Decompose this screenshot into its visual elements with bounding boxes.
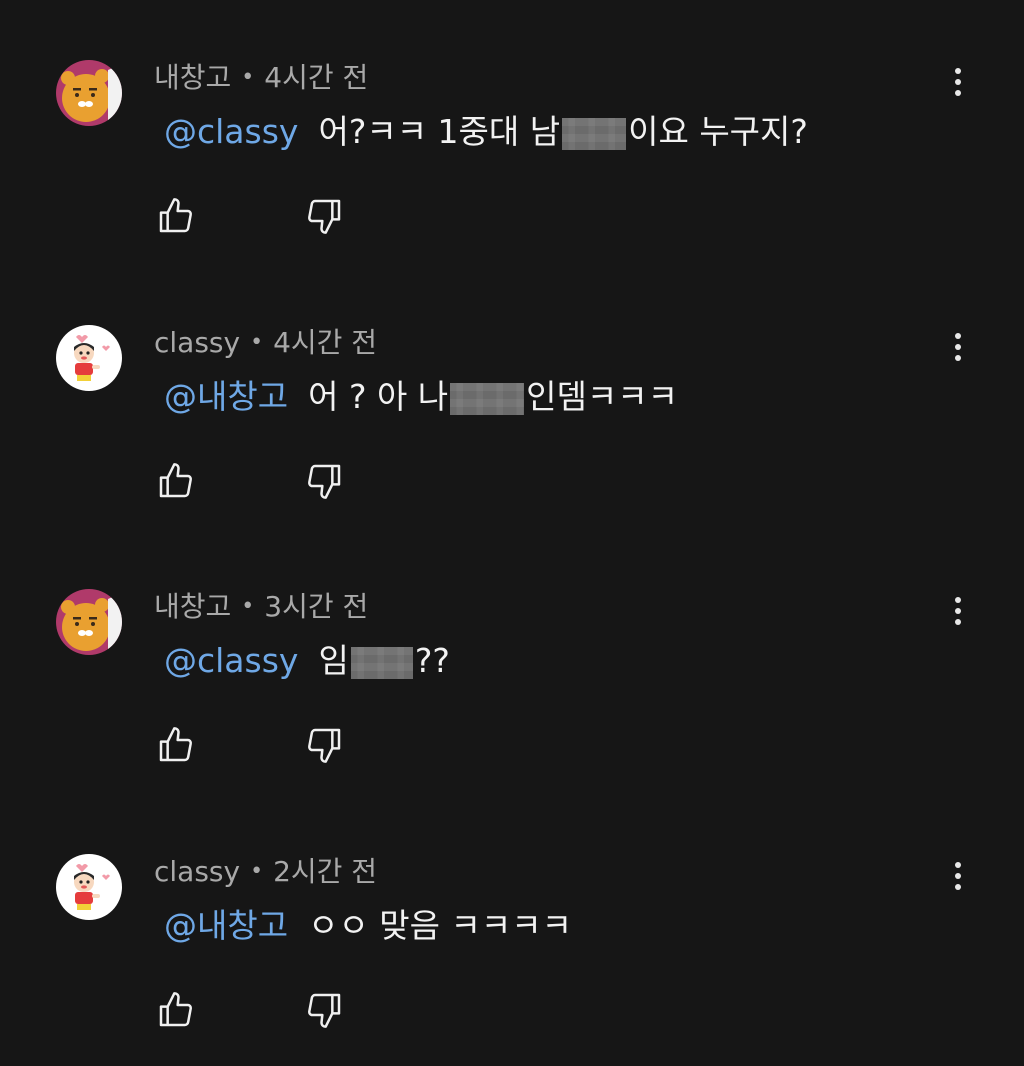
thumbs-up-icon: [159, 463, 192, 498]
meta-separator: •: [241, 65, 255, 90]
mention-link[interactable]: @classy: [164, 112, 298, 151]
like-button[interactable]: [156, 725, 196, 765]
dislike-button[interactable]: [304, 461, 344, 501]
dislike-button[interactable]: [304, 196, 344, 236]
comment-time: 4시간 전: [264, 61, 369, 94]
redacted-blur: [350, 646, 413, 679]
like-button[interactable]: [156, 196, 196, 236]
thumbs-down-icon: [308, 728, 341, 763]
thumbs-up-icon: [159, 727, 192, 762]
redacted-blur: [450, 382, 525, 415]
thumbs-down-icon: [308, 199, 341, 234]
comment-text: @내창고 어 ? 아 나 인뎀ㅋㅋㅋ: [164, 373, 678, 421]
comment-text-before: ㅇㅇ 맞음 ㅋㅋㅋㅋ: [308, 906, 572, 945]
mention-link[interactable]: @classy: [164, 641, 298, 680]
comment-text-after: ??: [414, 641, 450, 680]
more-options-button[interactable]: [944, 856, 972, 896]
thumbs-up-icon: [159, 198, 192, 233]
comment-text-after: 이요 누구지?: [628, 112, 808, 151]
ryan-avatar-icon[interactable]: [56, 589, 122, 655]
mention-link[interactable]: @내창고: [164, 906, 288, 945]
comment-author[interactable]: classy: [154, 855, 240, 888]
shinchan-avatar-icon[interactable]: [56, 325, 122, 391]
comment-time: 4시간 전: [273, 326, 378, 359]
dislike-button[interactable]: [304, 725, 344, 765]
comment-meta: classy • 4시간 전: [154, 323, 377, 363]
shinchan-avatar-icon[interactable]: [56, 854, 122, 920]
redacted-blur: [562, 117, 627, 150]
like-button[interactable]: [156, 461, 196, 501]
comment-meta: 내창고 • 4시간 전: [154, 58, 368, 98]
more-options-button[interactable]: [944, 591, 972, 631]
comment-text-after: 인뎀ㅋㅋㅋ: [526, 377, 678, 416]
comment-text: @classy 어?ㅋㅋ 1중대 남 이요 누구지?: [164, 108, 808, 156]
comment-item: 내창고 • 4시간 전 @classy 어?ㅋㅋ 1중대 남 이요 누구지?: [0, 0, 1024, 264]
comment-item: classy • 2시간 전 @내창고 ㅇㅇ 맞음 ㅋㅋㅋㅋ: [0, 794, 1024, 1058]
comment-author[interactable]: classy: [154, 326, 240, 359]
meta-separator: •: [241, 594, 255, 619]
comment-text: @내창고 ㅇㅇ 맞음 ㅋㅋㅋㅋ: [164, 902, 572, 950]
comment-text: @classy 임??: [164, 637, 450, 685]
comment-text-before: 임: [318, 641, 349, 680]
more-options-button[interactable]: [944, 62, 972, 102]
comment-meta: 내창고 • 3시간 전: [154, 587, 368, 627]
more-options-button[interactable]: [944, 327, 972, 367]
comment-text-before: 어?ㅋㅋ 1중대 남: [318, 112, 561, 151]
thumbs-down-icon: [308, 464, 341, 499]
thumbs-up-icon: [159, 992, 192, 1027]
like-button[interactable]: [156, 990, 196, 1030]
ryan-avatar-icon[interactable]: [56, 60, 122, 126]
meta-separator: •: [250, 330, 264, 355]
dislike-button[interactable]: [304, 990, 344, 1030]
comment-time: 2시간 전: [273, 855, 378, 888]
comment-thread: 내창고 • 4시간 전 @classy 어?ㅋㅋ 1중대 남 이요 누구지? c…: [0, 0, 1024, 1066]
mention-link[interactable]: @내창고: [164, 377, 288, 416]
comment-meta: classy • 2시간 전: [154, 852, 377, 892]
thumbs-down-icon: [308, 993, 341, 1028]
comment-text-before: 어 ? 아 나: [308, 377, 449, 416]
comment-time: 3시간 전: [264, 590, 369, 623]
comment-item: 내창고 • 3시간 전 @classy 임??: [0, 529, 1024, 793]
comment-item: classy • 4시간 전 @내창고 어 ? 아 나 인뎀ㅋㅋㅋ: [0, 265, 1024, 529]
comment-author[interactable]: 내창고: [154, 590, 231, 623]
comment-author[interactable]: 내창고: [154, 61, 231, 94]
meta-separator: •: [250, 859, 264, 884]
